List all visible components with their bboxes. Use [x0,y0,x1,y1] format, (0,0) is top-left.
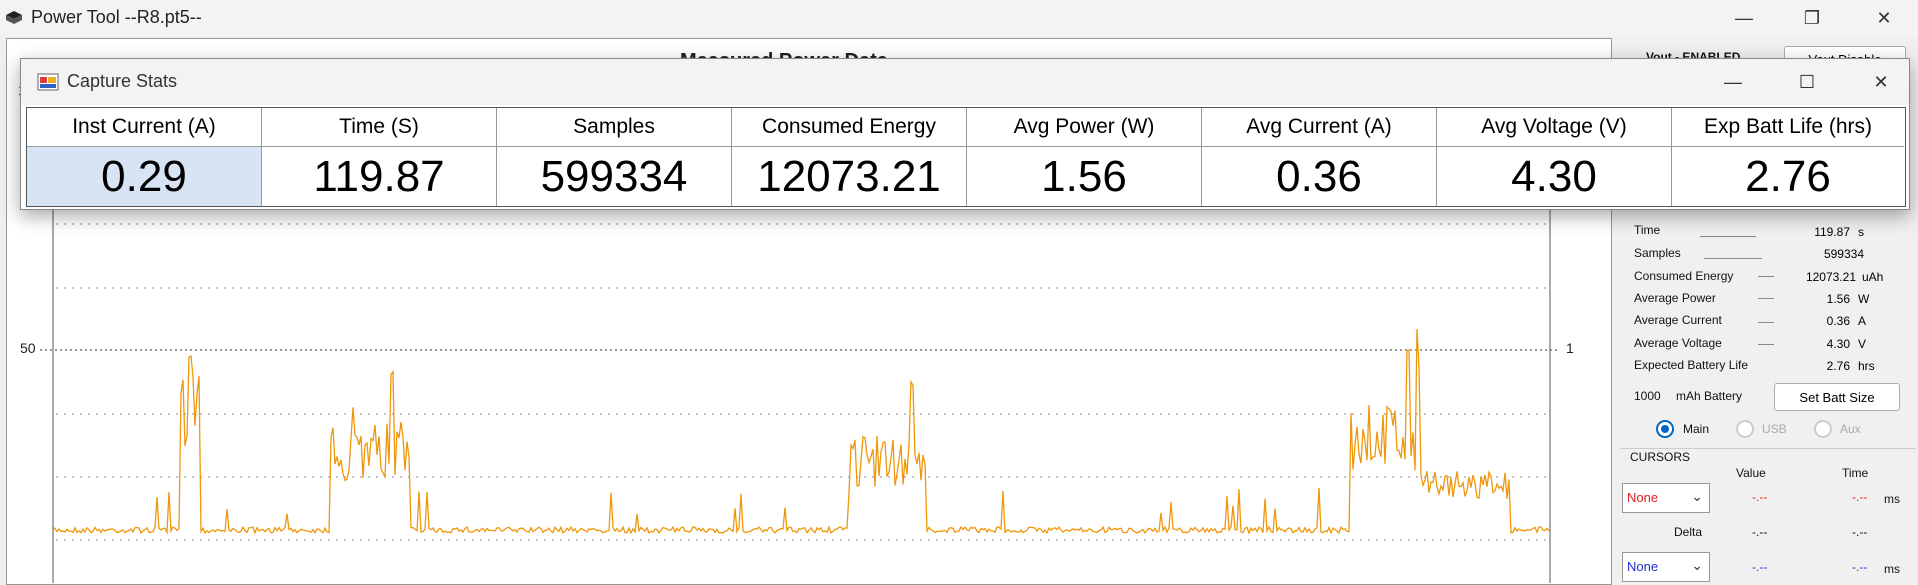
stat-unit-voltage: V [1858,337,1867,351]
minimize-icon: — [1724,71,1742,92]
radio-main[interactable] [1656,420,1674,438]
capture-stats-titlebar: Capture Stats — ☐ ✕ [21,59,1909,105]
stat-leader [1758,344,1774,345]
power-trace-line [52,328,1550,535]
close-button[interactable]: ✕ [1864,4,1904,32]
set-batt-size-button[interactable]: Set Batt Size [1774,383,1900,411]
restore-button[interactable]: ❐ [1792,4,1832,32]
stat-value: 1.56 [1041,152,1127,201]
stat-unit-current: A [1858,314,1867,328]
stat-unit-energy: uAh [1862,270,1884,284]
cursor2-select[interactable]: None ⌄ [1622,552,1710,582]
stat-cell-avg-power[interactable]: Avg Power (W) 1.56 [967,108,1202,206]
stat-header: Avg Current (A) [1202,108,1436,147]
cursor1-unit: ms [1884,492,1900,506]
stat-label-voltage: Average Voltage [1634,336,1722,350]
radio-aux[interactable] [1814,420,1832,438]
cursor2-unit: ms [1884,562,1900,576]
cursor2-select-value: None [1627,559,1659,574]
cursor1-value: -.-- [1752,490,1768,504]
stat-unit-power: W [1858,292,1870,306]
radio-aux-label: Aux [1840,422,1861,436]
cursor1-time: -.-- [1852,490,1868,504]
stat-value-samples: 599334 [1823,247,1864,261]
stat-label-current: Average Current [1634,313,1722,327]
close-icon: ✕ [1873,71,1889,92]
capture-stats-title: Capture Stats [67,71,178,91]
stat-header: Avg Voltage (V) [1437,108,1671,147]
delta-time: -.-- [1852,525,1868,539]
stat-leader [1758,276,1774,277]
stat-label-energy: Consumed Energy [1634,269,1734,283]
stat-cell-avg-voltage[interactable]: Avg Voltage (V) 4.30 [1437,108,1672,206]
stat-label-battery-life: Expected Battery Life [1634,358,1749,372]
stat-cell-time[interactable]: Time (S) 119.87 [262,108,497,206]
cursors-time-header: Time [1842,466,1869,480]
stat-leader [1704,258,1762,259]
delta-label: Delta [1674,525,1703,539]
stat-leader [1700,236,1756,237]
radio-usb[interactable] [1736,420,1754,438]
maximize-icon: ☐ [1798,71,1816,92]
popup-minimize-button[interactable]: — [1713,68,1753,96]
capture-stats-table: Inst Current (A) 0.29 Time (S) 119.87 Sa… [26,107,1906,207]
minimize-icon: — [1735,7,1753,28]
stat-label-time: Time [1634,223,1661,237]
stat-label-power: Average Power [1634,291,1716,305]
stat-cell-consumed-energy[interactable]: Consumed Energy 12073.21 [732,108,967,206]
stat-value-battery-life: 2.76 [1826,359,1850,373]
stat-header: Time (S) [262,108,496,147]
stat-value: 12073.21 [757,152,941,201]
stat-value: 0.29 [27,147,261,206]
cursor2-time: -.-- [1852,560,1868,574]
stat-cell-samples[interactable]: Samples 599334 [497,108,732,206]
popup-maximize-button[interactable]: ☐ [1787,68,1827,96]
stat-header: Inst Current (A) [27,108,261,147]
minimize-button[interactable]: — [1724,4,1764,32]
stat-unit-battery-life: hrs [1858,359,1875,373]
stat-header: Avg Power (W) [967,108,1201,147]
stat-value-power: 1.56 [1826,292,1850,306]
stat-value: 4.30 [1511,152,1597,201]
close-icon: ✕ [1876,7,1892,28]
stat-value: 119.87 [313,152,445,201]
stat-leader [1758,322,1774,323]
stat-value: 2.76 [1745,152,1831,201]
battery-capacity-label: mAh Battery [1676,389,1743,403]
cursor1-select[interactable]: None ⌄ [1622,483,1710,513]
stat-label-samples: Samples [1634,246,1681,260]
stat-header: Consumed Energy [732,108,966,147]
stat-cell-inst-current[interactable]: Inst Current (A) 0.29 [27,108,262,206]
stat-header: Exp Batt Life (hrs) [1672,108,1904,147]
stat-value-voltage: 4.30 [1826,337,1850,351]
chevron-down-icon: ⌄ [1691,488,1703,504]
cursors-value-header: Value [1736,466,1766,480]
delta-value: -.-- [1752,525,1768,539]
stat-leader [1758,298,1774,299]
battery-capacity: 1000 [1634,389,1661,403]
popup-close-button[interactable]: ✕ [1861,68,1901,96]
radio-usb-label: USB [1762,422,1787,436]
stat-cell-exp-batt-life[interactable]: Exp Batt Life (hrs) 2.76 [1672,108,1904,206]
radio-main-label: Main [1683,422,1710,436]
cursor1-select-value: None [1627,490,1659,505]
capture-stats-window: Capture Stats — ☐ ✕ Inst Current (A) 0.2… [20,58,1910,210]
stat-unit-time: s [1858,225,1864,239]
cursor2-value: -.-- [1752,560,1768,574]
stat-header: Samples [497,108,731,147]
cursors-title: CURSORS [1630,450,1691,464]
stat-value-energy: 12073.21 [1805,270,1856,284]
restore-icon: ❐ [1803,7,1821,28]
stat-value-current: 0.36 [1826,314,1850,328]
chevron-down-icon: ⌄ [1691,557,1703,573]
stat-cell-avg-current[interactable]: Avg Current (A) 0.36 [1202,108,1437,206]
window-icon [37,73,59,91]
stat-value-time: 119.87 [1814,225,1850,239]
stat-value: 0.36 [1276,152,1362,201]
stat-value: 599334 [540,152,688,201]
grid-lines [56,223,1548,541]
divider [1620,448,1916,449]
